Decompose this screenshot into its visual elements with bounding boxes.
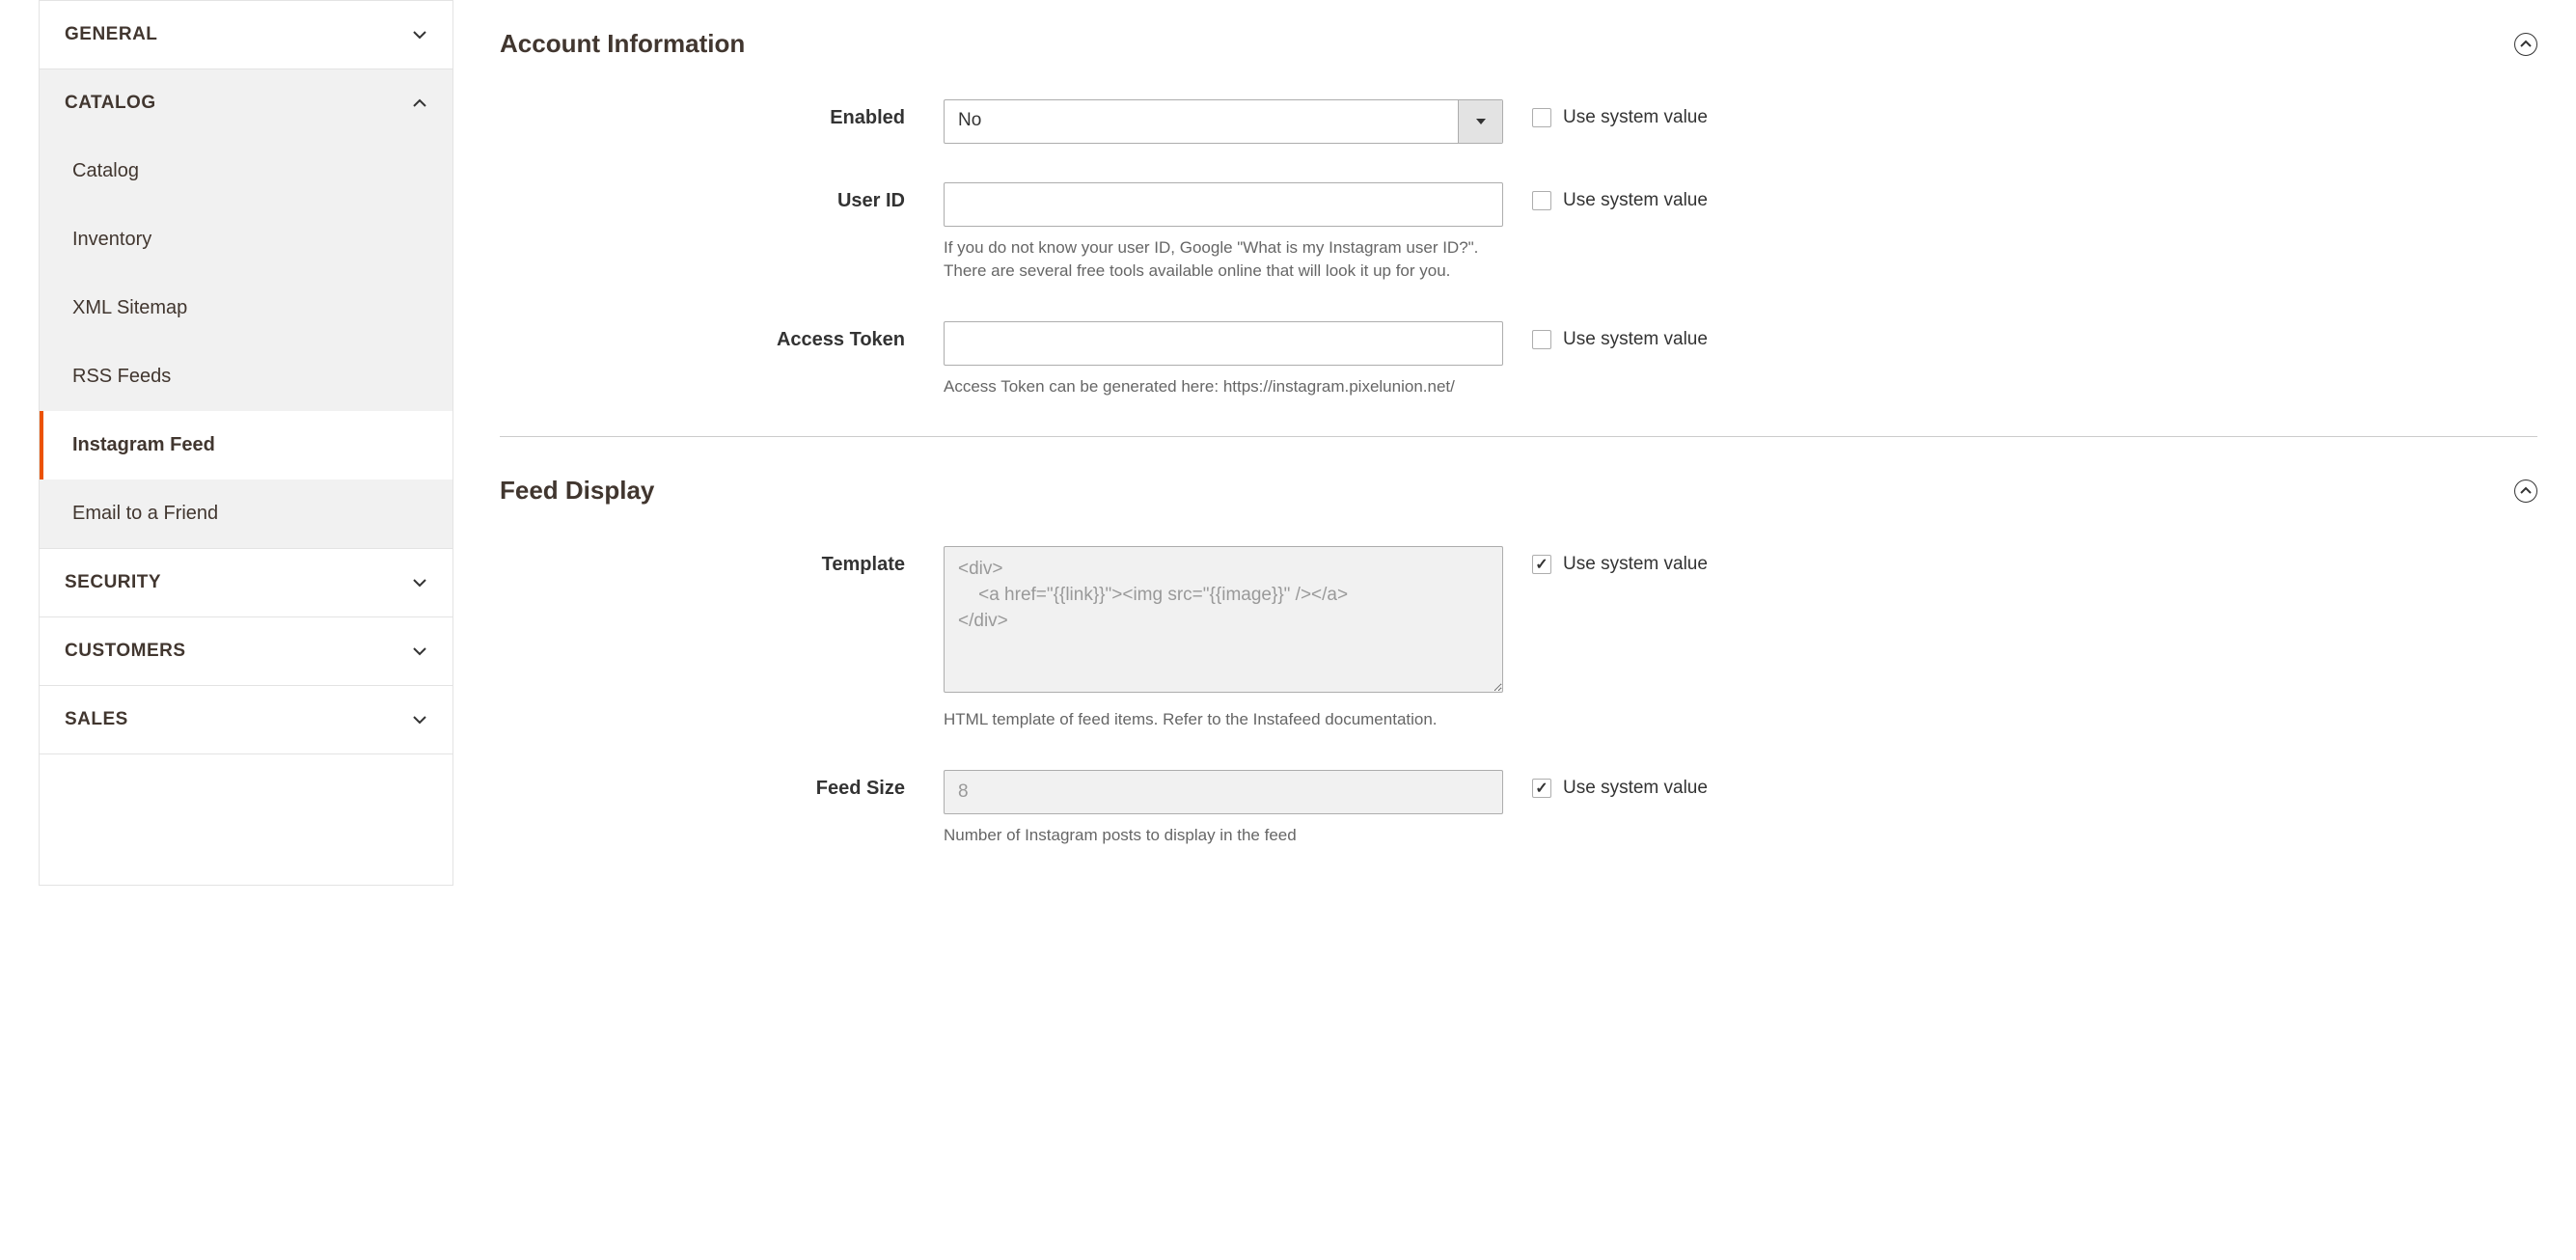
field-label: Feed Size	[500, 770, 944, 800]
nav-label: CATALOG	[65, 93, 156, 114]
field-hint: Number of Instagram posts to display in …	[944, 824, 1503, 847]
field-enabled: Enabled No Use system value	[500, 99, 2537, 144]
field-access-token: Access Token Access Token can be generat…	[500, 321, 2537, 398]
field-label: User ID	[500, 182, 944, 212]
field-control: No	[944, 99, 1503, 144]
nav-section-catalog: CATALOG Catalog Inventory XML Sitemap RS…	[40, 69, 452, 549]
field-extra: Use system value	[1503, 321, 1708, 350]
use-system-checkbox[interactable]	[1532, 555, 1551, 574]
nav-items: Catalog Inventory XML Sitemap RSS Feeds …	[40, 137, 452, 548]
checkbox-label[interactable]: Use system value	[1563, 778, 1708, 799]
nav-label: GENERAL	[65, 24, 157, 45]
field-extra: Use system value	[1503, 99, 1708, 128]
nav-header-security[interactable]: SECURITY	[40, 549, 452, 616]
nav-item-rss-feeds[interactable]: RSS Feeds	[40, 342, 452, 411]
chevron-up-icon	[412, 96, 427, 111]
template-textarea	[944, 546, 1503, 693]
checkbox-label[interactable]: Use system value	[1563, 554, 1708, 575]
field-control: If you do not know your user ID, Google …	[944, 182, 1503, 283]
field-template: Template HTML template of feed items. Re…	[500, 546, 2537, 731]
field-feed-size: Feed Size Number of Instagram posts to d…	[500, 770, 2537, 847]
checkbox-label[interactable]: Use system value	[1563, 190, 1708, 211]
nav-section-security: SECURITY	[40, 549, 452, 617]
nav-section-customers: CUSTOMERS	[40, 617, 452, 686]
field-user-id: User ID If you do not know your user ID,…	[500, 182, 2537, 283]
use-system-checkbox[interactable]	[1532, 330, 1551, 349]
chevron-down-icon	[412, 712, 427, 727]
nav-header-sales[interactable]: SALES	[40, 686, 452, 753]
feed-size-input	[944, 770, 1503, 814]
nav-item-xml-sitemap[interactable]: XML Sitemap	[40, 274, 452, 342]
nav-header-customers[interactable]: CUSTOMERS	[40, 617, 452, 685]
dropdown-icon	[1458, 100, 1502, 143]
field-hint: If you do not know your user ID, Google …	[944, 236, 1503, 283]
use-system-checkbox[interactable]	[1532, 191, 1551, 210]
sidebar: GENERAL CATALOG Catalog Inventory XML Si…	[39, 0, 453, 886]
use-system-checkbox[interactable]	[1532, 108, 1551, 127]
field-control: Access Token can be generated here: http…	[944, 321, 1503, 398]
chevron-down-icon	[412, 27, 427, 42]
nav-header-general[interactable]: GENERAL	[40, 1, 452, 68]
section-header-feed: Feed Display	[500, 476, 2537, 506]
chevron-down-icon	[412, 575, 427, 590]
access-token-input[interactable]	[944, 321, 1503, 366]
nav-label: SECURITY	[65, 572, 161, 593]
main-content: Account Information Enabled No Use syste…	[500, 0, 2537, 886]
section-header-account: Account Information	[500, 29, 2537, 59]
nav-item-inventory[interactable]: Inventory	[40, 205, 452, 274]
nav-section-general: GENERAL	[40, 1, 452, 69]
field-control: HTML template of feed items. Refer to th…	[944, 546, 1503, 731]
nav-label: SALES	[65, 709, 128, 730]
nav-item-instagram-feed[interactable]: Instagram Feed	[40, 411, 452, 479]
checkbox-label[interactable]: Use system value	[1563, 329, 1708, 350]
collapse-icon[interactable]	[2514, 33, 2537, 56]
use-system-checkbox[interactable]	[1532, 779, 1551, 798]
user-id-input[interactable]	[944, 182, 1503, 227]
field-extra: Use system value	[1503, 770, 1708, 799]
nav-item-email-friend[interactable]: Email to a Friend	[40, 479, 452, 548]
divider	[500, 436, 2537, 437]
field-label: Enabled	[500, 99, 944, 129]
nav-section-sales: SALES	[40, 686, 452, 754]
field-control: Number of Instagram posts to display in …	[944, 770, 1503, 847]
field-extra: Use system value	[1503, 546, 1708, 575]
field-hint: HTML template of feed items. Refer to th…	[944, 708, 1503, 731]
checkbox-label[interactable]: Use system value	[1563, 107, 1708, 128]
field-extra: Use system value	[1503, 182, 1708, 211]
select-value: No	[945, 100, 1458, 143]
field-hint: Access Token can be generated here: http…	[944, 375, 1503, 398]
section-title: Feed Display	[500, 476, 654, 506]
field-label: Access Token	[500, 321, 944, 351]
section-title: Account Information	[500, 29, 745, 59]
field-label: Template	[500, 546, 944, 576]
enabled-select[interactable]: No	[944, 99, 1503, 144]
nav-header-catalog[interactable]: CATALOG	[40, 69, 452, 137]
collapse-icon[interactable]	[2514, 479, 2537, 503]
chevron-down-icon	[412, 644, 427, 659]
nav-label: CUSTOMERS	[65, 641, 186, 662]
nav-item-catalog[interactable]: Catalog	[40, 137, 452, 205]
